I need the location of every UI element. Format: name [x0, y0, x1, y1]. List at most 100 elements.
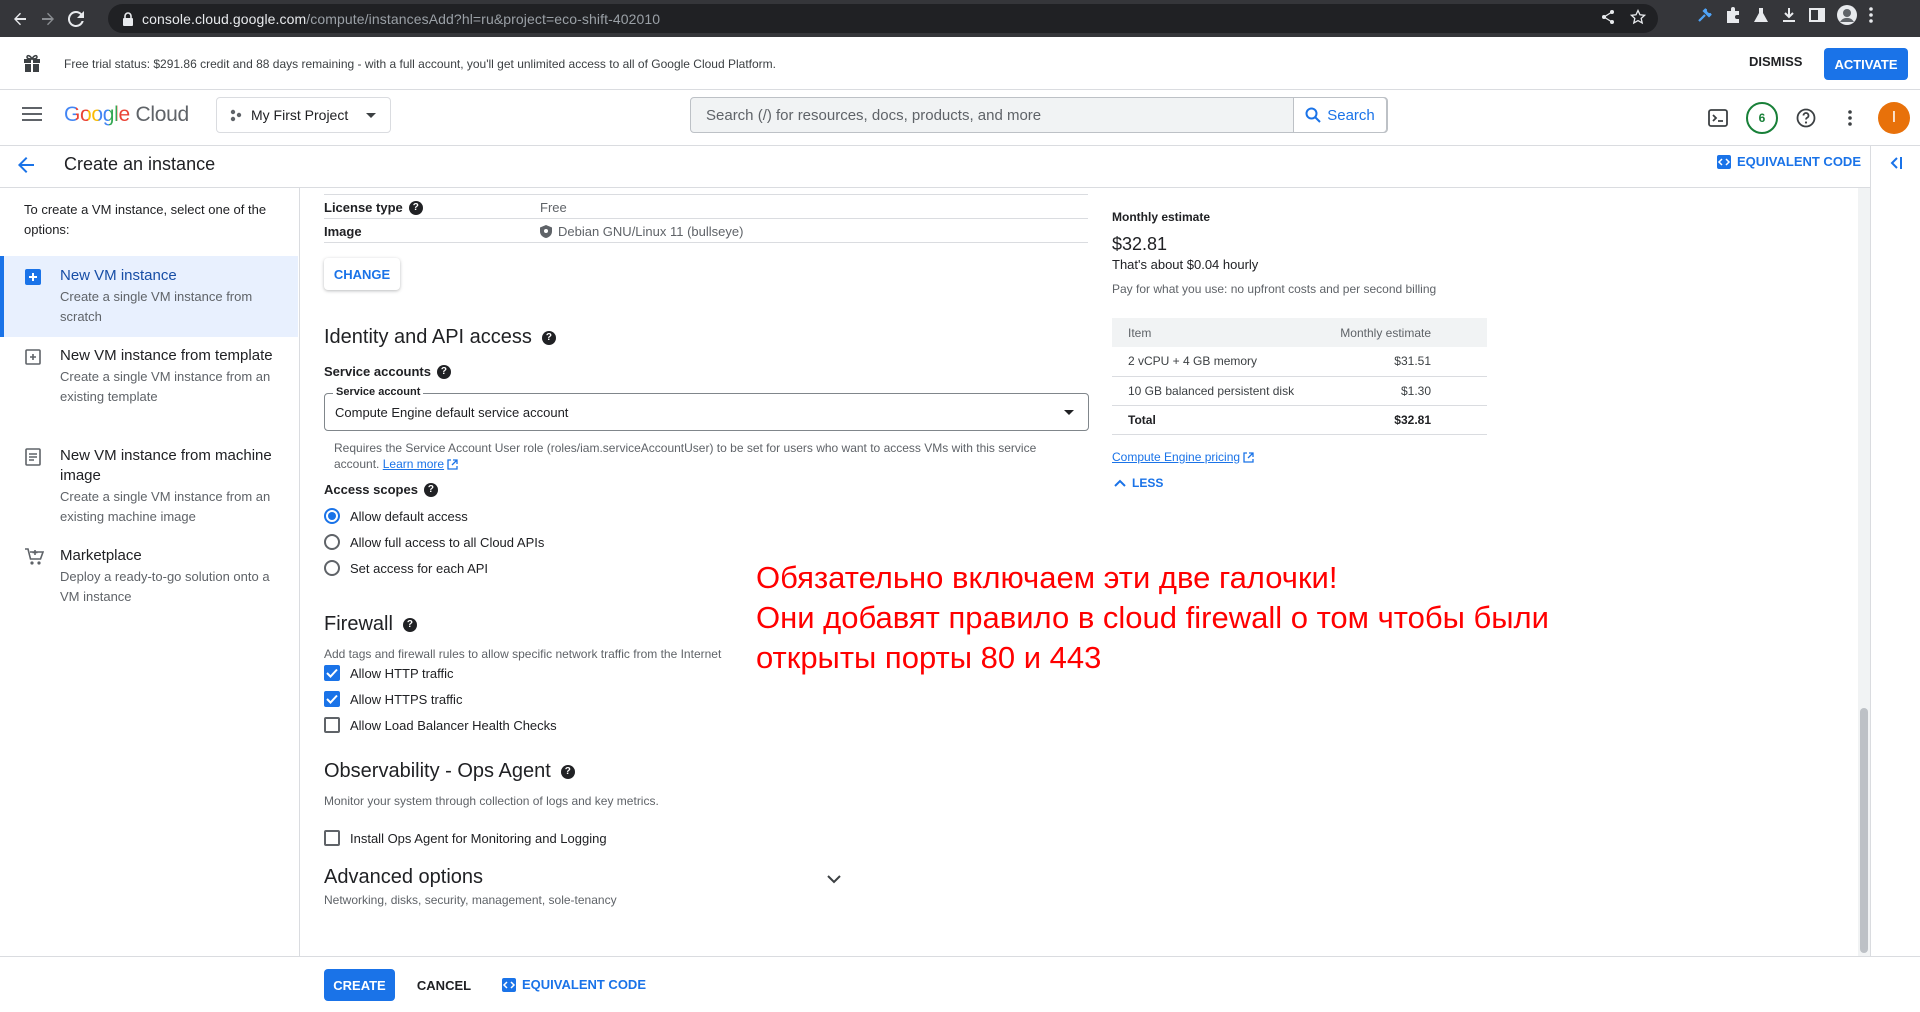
advanced-options-title: Advanced options [324, 866, 484, 888]
checkbox[interactable] [324, 691, 340, 707]
table-cell-item: 10 GB balanced persistent disk [1112, 376, 1318, 406]
compute-engine-pricing-link[interactable]: Compute Engine pricing [1112, 450, 1254, 464]
scrollbar[interactable] [1858, 188, 1870, 960]
radio-label: Set access for each API [350, 560, 489, 576]
chevron-down-icon [366, 113, 376, 118]
checkbox[interactable] [324, 830, 340, 846]
lock-icon [122, 11, 134, 26]
column-header-item: Item [1112, 318, 1318, 347]
browser-nav [6, 0, 90, 37]
allow-https-checkbox[interactable]: Allow HTTPS traffic [324, 691, 462, 707]
annotation-line-1: Обязательно включаем эти две галочки! [756, 560, 1338, 595]
option-new-vm-instance[interactable]: New VM instance Create a single VM insta… [0, 256, 298, 337]
monthly-estimate-panel: Monthly estimate $32.81 That's about $0.… [1112, 210, 1487, 490]
allow-http-checkbox[interactable]: Allow HTTP traffic [324, 665, 454, 681]
equivalent-code-button[interactable]: EQUIVALENT CODE [1717, 154, 1861, 169]
install-ops-agent-checkbox[interactable]: Install Ops Agent for Monitoring and Log… [324, 830, 607, 846]
change-boot-disk-button[interactable]: CHANGE [324, 258, 400, 290]
project-name: My First Project [251, 107, 349, 123]
download-icon[interactable] [1780, 6, 1798, 24]
extension-tool-icon[interactable] [1696, 6, 1714, 24]
share-icon[interactable] [1600, 9, 1616, 25]
radio-button[interactable] [324, 534, 340, 550]
chevron-up-icon [1114, 479, 1126, 487]
checkbox-label: Allow HTTPS traffic [350, 691, 463, 707]
checkbox[interactable] [324, 665, 340, 681]
collapse-panel-icon[interactable] [1887, 154, 1905, 172]
estimate-price: $32.81 [1112, 234, 1168, 254]
advanced-options-expander[interactable]: Advanced options Networking, disks, secu… [324, 866, 854, 912]
firewall-heading-text: Firewall [324, 613, 393, 635]
column-header-monthly: Monthly estimate [1317, 318, 1487, 347]
address-bar[interactable]: console.cloud.google.com/compute/instanc… [108, 4, 1658, 33]
estimate-table: Item Monthly estimate 2 vCPU + 4 GB memo… [1112, 318, 1487, 435]
cloud-shell-icon[interactable] [1696, 98, 1740, 138]
option-title: New VM instance from machine image [60, 447, 272, 484]
help-icon[interactable] [1784, 98, 1828, 138]
table-cell-cost: $1.30 [1317, 376, 1487, 406]
scrollbar-thumb[interactable] [1860, 708, 1868, 953]
url-path: /compute/instancesAdd?hl=ru&project=eco-… [306, 10, 661, 27]
equivalent-code-footer-button[interactable]: EQUIVALENT CODE [502, 977, 646, 992]
help-icon[interactable]: ? [436, 364, 451, 379]
reload-icon[interactable] [62, 5, 90, 33]
more-options-icon[interactable] [1828, 98, 1872, 138]
license-type-label: License type [324, 200, 403, 215]
browser-menu-icon[interactable] [1868, 6, 1874, 24]
search-button[interactable]: Search [1293, 97, 1387, 133]
firewall-heading: Firewall ? [324, 613, 417, 636]
radio-button[interactable] [324, 560, 340, 576]
image-value: Debian GNU/Linux 11 (bullseye) [558, 224, 744, 239]
browser-toolbar: console.cloud.google.com/compute/instanc… [0, 0, 1920, 37]
allow-lb-health-checks-checkbox[interactable]: Allow Load Balancer Health Checks [324, 717, 557, 733]
puzzle-icon[interactable] [1724, 6, 1742, 24]
estimate-hourly: That's about $0.04 hourly [1112, 257, 1259, 272]
option-marketplace[interactable]: Marketplace Deploy a ready-to-go solutio… [0, 536, 298, 617]
account-button[interactable]: I [1872, 98, 1916, 138]
create-button[interactable]: CREATE [324, 969, 395, 1001]
help-icon[interactable]: ? [423, 482, 438, 497]
cancel-button[interactable]: CANCEL [410, 969, 478, 1001]
check-icon [326, 668, 338, 678]
advanced-options-subtitle: Networking, disks, security, management,… [324, 893, 617, 907]
license-type-value: Free [540, 200, 567, 215]
forward-arrow-icon[interactable] [34, 5, 62, 33]
table-row: 10 GB balanced persistent disk $1.30 [1112, 376, 1487, 406]
checkbox[interactable] [324, 717, 340, 733]
notifications-button[interactable]: 6 [1740, 98, 1784, 138]
estimate-label: Monthly estimate [1112, 210, 1211, 224]
less-toggle-button[interactable]: LESS [1114, 476, 1163, 490]
scope-default-radio[interactable]: Allow default access [324, 508, 468, 524]
dismiss-button[interactable]: DISMISS [1749, 54, 1802, 69]
search-icon [1305, 107, 1321, 123]
scope-each-api-radio[interactable]: Set access for each API [324, 560, 488, 576]
side-panel-icon[interactable] [1808, 6, 1826, 24]
option-title: New VM instance from template [60, 347, 273, 364]
project-selector[interactable]: My First Project [216, 97, 391, 133]
google-cloud-logo[interactable]: Google Cloud [64, 103, 189, 127]
table-cell-cost: $31.51 [1317, 347, 1487, 377]
learn-more-link[interactable]: Learn more [383, 457, 444, 471]
service-accounts-label: Service accounts ? [324, 364, 451, 379]
option-vm-from-machine-image[interactable]: New VM instance from machine image Creat… [0, 436, 298, 537]
help-icon[interactable]: ? [541, 330, 556, 345]
lab-flask-icon[interactable] [1752, 6, 1770, 24]
header-actions: 6 I [1696, 98, 1916, 138]
profile-icon[interactable] [1836, 4, 1858, 26]
options-intro: To create a VM instance, select one of t… [24, 202, 267, 237]
help-icon[interactable]: ? [402, 617, 417, 632]
help-icon[interactable]: ? [408, 200, 423, 215]
url-text: console.cloud.google.com/compute/instanc… [142, 11, 660, 27]
radio-button[interactable] [324, 508, 340, 524]
bookmark-star-icon[interactable] [1630, 9, 1646, 25]
search-input[interactable] [691, 98, 1291, 132]
help-icon[interactable]: ? [560, 764, 575, 779]
hamburger-menu-icon[interactable] [22, 106, 42, 122]
back-arrow-icon[interactable] [6, 5, 34, 33]
activate-button[interactable]: ACTIVATE [1824, 48, 1908, 80]
scope-full-radio[interactable]: Allow full access to all Cloud APIs [324, 534, 544, 550]
back-arrow-icon[interactable] [16, 155, 36, 175]
image-label: Image [324, 224, 362, 239]
service-account-select[interactable]: Service account Compute Engine default s… [324, 386, 1089, 431]
option-vm-from-template[interactable]: New VM instance from template Create a s… [0, 336, 298, 417]
